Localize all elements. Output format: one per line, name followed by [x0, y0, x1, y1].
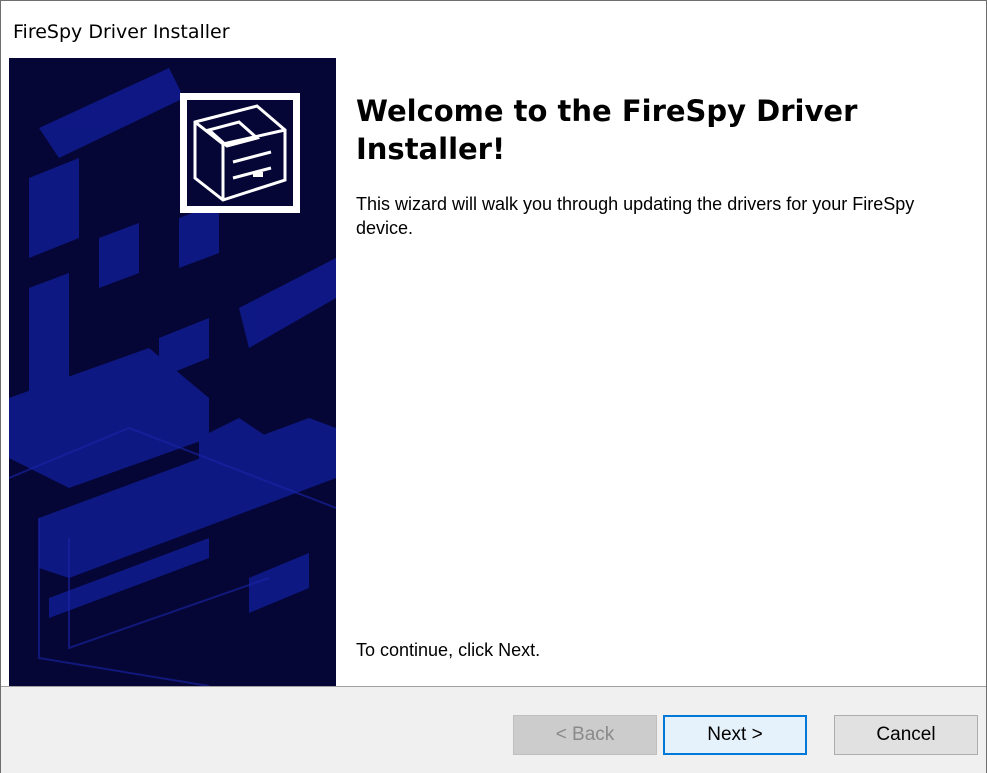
back-button[interactable]: < Back — [513, 715, 657, 755]
wizard-content: Welcome to the FireSpy Driver Installer!… — [336, 58, 986, 686]
hardware-drive-icon — [187, 100, 293, 206]
next-button[interactable]: Next > — [663, 715, 807, 755]
title-bar[interactable]: FireSpy Driver Installer — [1, 1, 986, 57]
cancel-button[interactable]: Cancel — [834, 715, 978, 755]
welcome-heading: Welcome to the FireSpy Driver Installer! — [356, 94, 858, 166]
continue-hint: To continue, click Next. — [356, 640, 541, 660]
wizard-footer: < Back Next > Cancel — [1, 686, 986, 773]
installer-window: FireSpy Driver Installer Welcome to the … — [0, 0, 987, 773]
welcome-description: This wizard will walk you through updati… — [356, 194, 915, 238]
window-title: FireSpy Driver Installer — [13, 21, 230, 43]
wizard-logo — [180, 93, 300, 213]
